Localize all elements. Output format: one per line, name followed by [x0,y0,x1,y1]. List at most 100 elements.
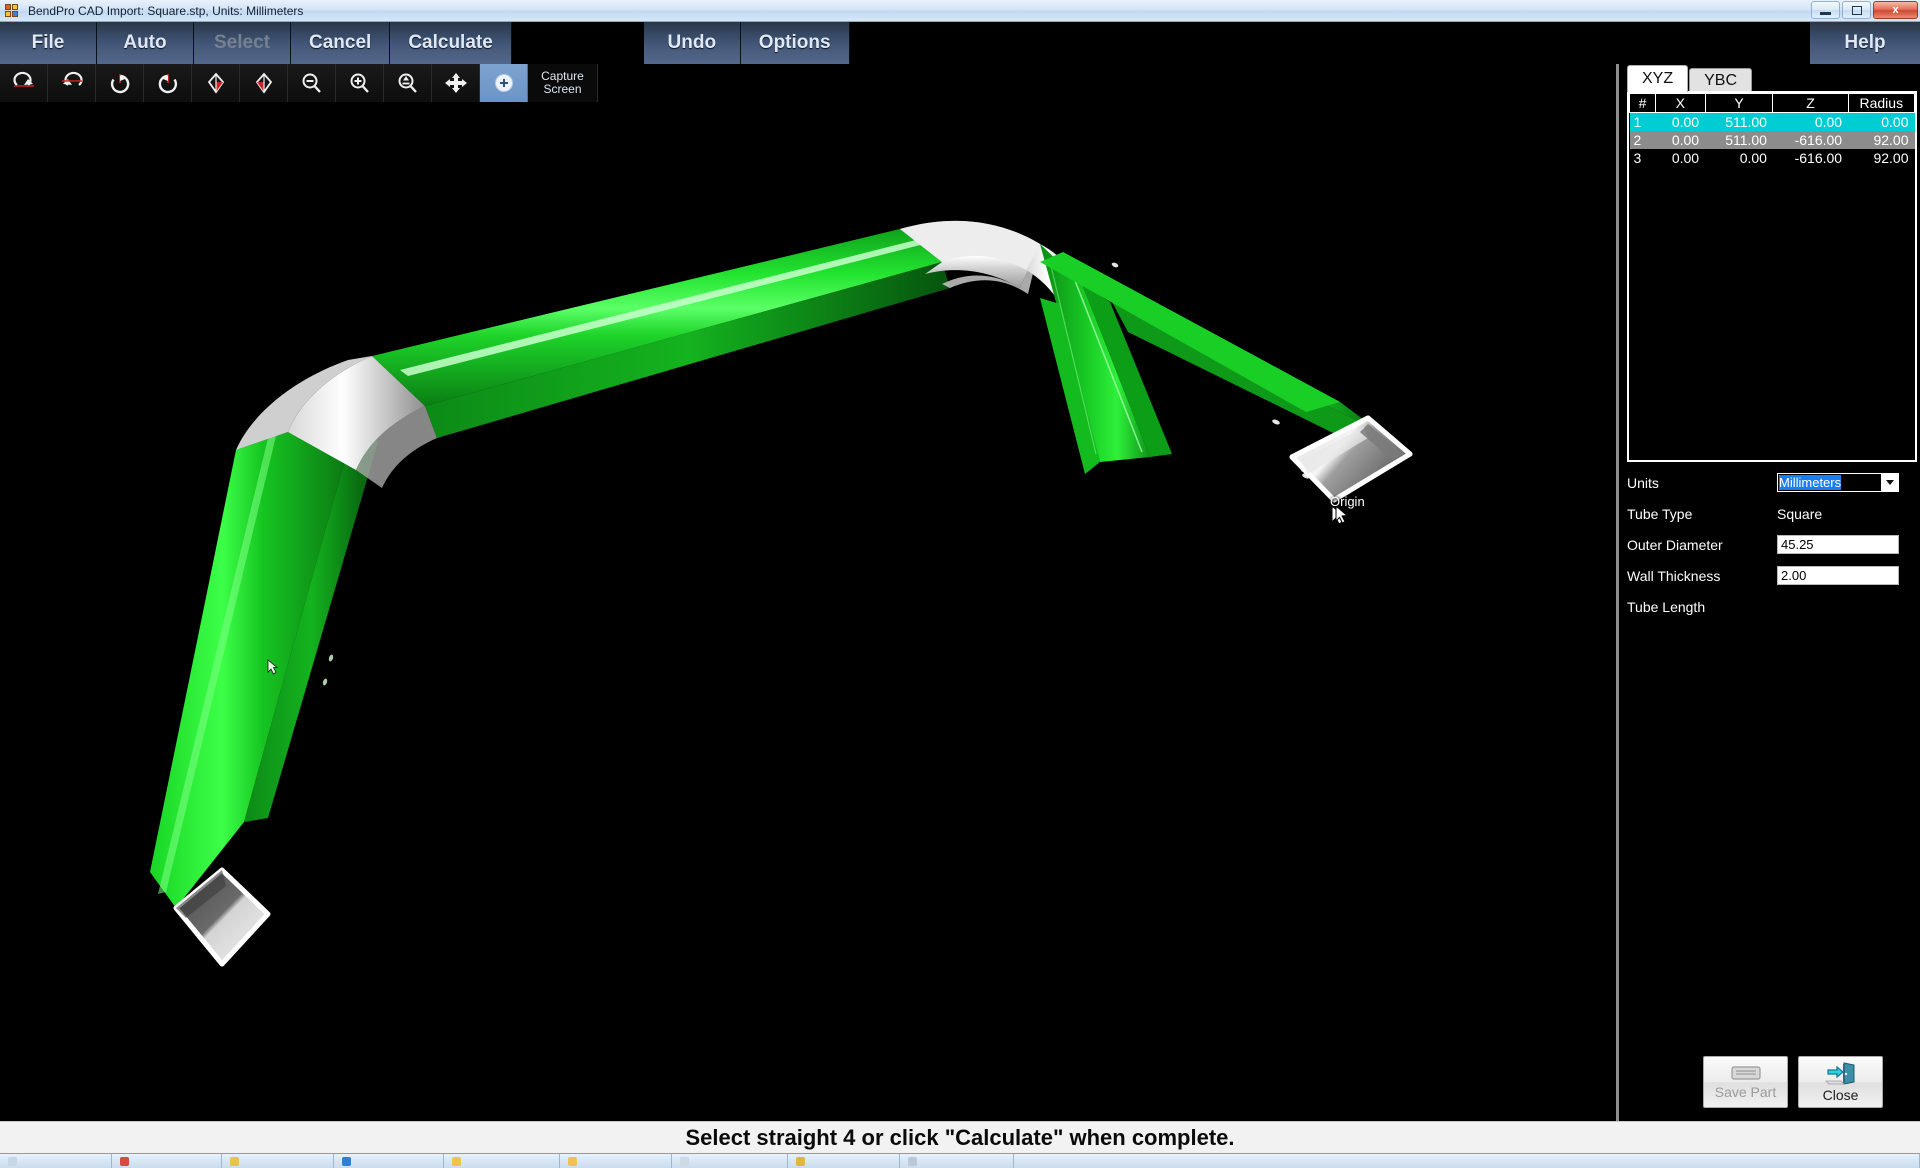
menu-item-auto[interactable]: Auto [97,22,194,64]
tube-type-value: Square [1777,505,1823,522]
tab-xyz[interactable]: XYZ [1627,65,1689,92]
outer-diameter-input[interactable]: 45.25 [1777,535,1899,554]
cell-radius: 0.00 [1848,112,1915,131]
label-outer-diameter: Outer Diameter [1627,536,1723,553]
table-row[interactable]: 3 0.00 0.00 -616.00 92.00 [1629,149,1915,167]
zoom-out-icon[interactable] [288,64,336,102]
panel-action-buttons: Save Part Close [1703,1056,1883,1108]
table-row[interactable]: 1 0.00 511.00 0.00 0.00 [1629,112,1915,131]
label-tube-type: Tube Type [1627,505,1693,522]
menu-bar: File Auto Select Cancel Calculate Undo O… [0,22,1920,64]
taskbar-item[interactable] [900,1154,1014,1168]
table-row[interactable]: 2 0.00 511.00 -616.00 92.00 [1629,131,1915,149]
property-row-tube-type: Tube Type Square [1627,501,1917,526]
table-header-row: # X Y Z Radius [1629,93,1916,113]
cell-radius: 92.00 [1848,131,1915,149]
pan-move-icon[interactable] [432,64,480,102]
close-button[interactable]: Close [1798,1056,1883,1108]
maximize-restore-button[interactable] [1842,1,1871,19]
title-bar: BendPro CAD Import: Square.stp, Units: M… [0,0,1920,22]
save-part-button: Save Part [1703,1056,1788,1108]
menu-item-select: Select [194,22,291,64]
windows-taskbar[interactable] [0,1153,1920,1168]
col-header-radius: Radius [1847,93,1916,113]
taskbar-item[interactable] [788,1154,900,1168]
menu-item-options[interactable]: Options [740,22,850,64]
property-row-tube-length: Tube Length [1627,594,1917,619]
close-window-button[interactable]: x [1873,1,1918,19]
zoom-fit-icon[interactable] [384,64,432,102]
window-title: BendPro CAD Import: Square.stp, Units: M… [28,3,304,18]
taskbar-item[interactable] [112,1154,222,1168]
taskbar-item[interactable] [0,1154,112,1168]
menu-item-cancel[interactable]: Cancel [291,22,391,64]
tube-model [150,220,1413,967]
property-row-units: Units Millimeters [1627,470,1917,495]
capture-screen-button[interactable]: Capture Screen [528,64,598,102]
wall-thickness-input[interactable]: 2.00 [1777,566,1899,585]
cell-y: 0.00 [1705,149,1773,167]
mouse-cursor [1331,504,1346,525]
label-wall-thickness: Wall Thickness [1627,567,1721,584]
rotate-left-horizontal-icon[interactable] [48,64,96,102]
taskbar-item[interactable] [222,1154,334,1168]
rotate-clockwise-icon[interactable] [96,64,144,102]
right-panel: XYZ YBC # X Y Z Radius 1 0.00 511.00 0.0… [1616,64,1920,1122]
cell-z: -616.00 [1772,149,1849,167]
menu-separator-gap [511,22,644,64]
taskbar-item[interactable] [560,1154,672,1168]
status-message: Select straight 4 or click "Calculate" w… [685,1124,1235,1150]
app-icon [5,3,21,19]
menu-filler [849,22,1810,64]
col-header-index: # [1629,93,1656,113]
cell-z: -616.00 [1772,131,1849,149]
window-controls: x [1811,1,1918,19]
status-bar: Select straight 4 or click "Calculate" w… [0,1121,1920,1153]
flip-vertical-icon[interactable] [192,64,240,102]
rotate-right-horizontal-icon[interactable] [0,64,48,102]
close-button-label: Close [1822,1087,1859,1103]
3d-viewport[interactable]: Origin X Y Z [0,102,1616,1121]
menu-item-undo[interactable]: Undo [643,22,741,64]
cell-index: 3 [1629,149,1656,167]
cell-z: 0.00 [1772,112,1849,131]
cell-x: 0.00 [1655,131,1706,149]
save-icon [1730,1066,1761,1080]
col-header-y: Y [1704,93,1774,113]
minimize-button[interactable] [1811,1,1840,19]
cell-index: 1 [1629,112,1656,131]
taskbar-item[interactable] [672,1154,788,1168]
menu-item-help[interactable]: Help [1810,22,1920,64]
capture-screen-label-line2: Screen [543,82,582,96]
col-header-x: X [1655,93,1706,113]
rotate-counterclockwise-icon[interactable] [144,64,192,102]
tab-ybc[interactable]: YBC [1689,68,1753,92]
menu-item-calculate[interactable]: Calculate [390,22,512,64]
label-tube-length: Tube Length [1627,598,1706,615]
cell-index: 2 [1629,131,1656,149]
taskbar-item[interactable] [334,1154,444,1168]
units-value-wrap: Millimeters [1778,474,1881,491]
zoom-in-icon[interactable] [336,64,384,102]
cell-x: 0.00 [1655,149,1706,167]
coordinate-table: # X Y Z Radius 1 0.00 511.00 0.00 0.00 2… [1629,93,1916,167]
coordinate-table-panel[interactable]: # X Y Z Radius 1 0.00 511.00 0.00 0.00 2… [1627,91,1917,462]
taskbar-item[interactable] [444,1154,560,1168]
property-row-wall-thickness: Wall Thickness 2.00 [1627,563,1917,588]
col-header-z: Z [1772,93,1849,113]
cell-radius: 92.00 [1848,149,1915,167]
exit-door-icon [1824,1062,1854,1085]
flip-horizontal-icon[interactable] [240,64,288,102]
label-units: Units [1627,474,1659,491]
cell-y: 511.00 [1705,112,1773,131]
cell-y: 511.00 [1705,131,1773,149]
coordinate-tabs: XYZ YBC [1627,64,1753,92]
units-dropdown[interactable]: Millimeters [1777,473,1899,492]
property-row-outer-diameter: Outer Diameter 45.25 [1627,532,1917,557]
cell-x: 0.00 [1655,112,1706,131]
add-point-icon[interactable] [480,64,528,102]
tube-properties: Units Millimeters Tube Type Square Outer… [1627,470,1917,625]
chevron-down-icon[interactable] [1881,474,1898,491]
units-value: Millimeters [1779,475,1842,490]
menu-item-file[interactable]: File [0,22,97,64]
